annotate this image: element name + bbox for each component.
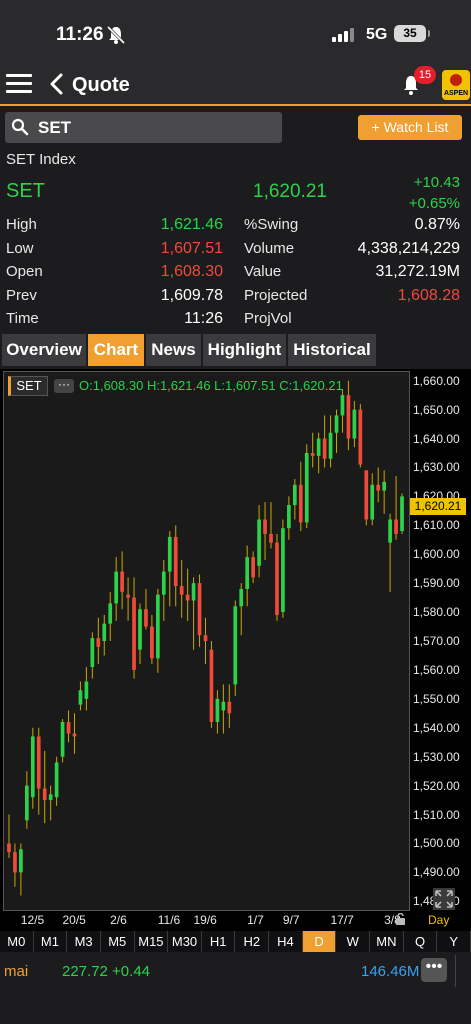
symbol-search-field[interactable]: SET [5, 112, 282, 143]
ticker-volume: 146.46M [361, 963, 420, 980]
period-button-d[interactable]: D [302, 931, 337, 952]
page-title: Quote [72, 74, 130, 96]
y-tick-label: 1,490.00 [413, 865, 460, 880]
period-button-m1[interactable]: M1 [34, 931, 68, 952]
stat-label-projvol: ProjVol [244, 310, 292, 327]
search-query: SET [38, 118, 72, 137]
period-button-h2[interactable]: H2 [235, 931, 270, 952]
period-button-m3[interactable]: M3 [67, 931, 101, 952]
change-percent: +0.65% [408, 195, 460, 212]
period-button-h4[interactable]: H4 [269, 931, 303, 952]
hamburger-menu-icon[interactable] [6, 74, 32, 94]
stat-value-projected: 1,608.28 [397, 287, 460, 304]
y-tick-label: 1,530.00 [413, 749, 460, 764]
ticker-value-change: 227.72 +0.44 [62, 963, 151, 980]
period-button-mn[interactable]: MN [370, 931, 404, 952]
x-tick-label: 17/7 [330, 913, 354, 927]
y-tick-label: 1,580.00 [413, 605, 460, 620]
x-tick-label: 20/5 [62, 913, 86, 927]
x-tick-label: 1/7 [247, 913, 264, 927]
search-icon [11, 118, 29, 136]
status-time: 11:26 [56, 24, 104, 45]
plot-area[interactable] [3, 371, 410, 911]
period-label: Day [428, 913, 450, 927]
stat-value-prev: 1,609.78 [160, 287, 223, 304]
y-tick-label: 1,650.00 [413, 402, 460, 417]
chart-symbol-chip[interactable]: SET [8, 376, 48, 396]
stat-label-low: Low [6, 240, 34, 257]
lock-icon[interactable] [395, 913, 406, 925]
x-tick-label: 12/5 [20, 913, 45, 927]
y-tick-label: 1,630.00 [413, 460, 460, 475]
period-button-m0[interactable]: M0 [0, 931, 34, 952]
y-tick-label: 1,560.00 [413, 662, 460, 677]
ticker-name[interactable]: mai [4, 963, 28, 980]
stat-label-projected: Projected [244, 287, 308, 304]
status-bar: 11:26 5G 35 [0, 0, 471, 62]
price-change: +10.43 +0.65% [409, 172, 460, 214]
period-button-q[interactable]: Q [404, 931, 438, 952]
y-tick-label: 1,610.00 [413, 518, 460, 533]
stat-label-swing: %Swing [244, 216, 299, 233]
stat-value-high: 1,621.46 [160, 216, 223, 233]
stat-value-volume: 4,338,214,229 [357, 240, 460, 257]
back-chevron-icon[interactable] [48, 72, 64, 96]
network-type: 5G [366, 26, 388, 43]
index-name: SET Index [6, 151, 76, 168]
x-tick-label: 11/6 [157, 913, 181, 927]
stat-label-high: High [6, 216, 37, 233]
y-tick-label: 1,600.00 [413, 547, 460, 562]
aspen-logo[interactable]: ASPEN [442, 70, 470, 100]
stat-value-value: 31,272.19M [375, 263, 460, 280]
stat-label-volume: Volume [244, 240, 295, 257]
stat-label-value: Value [244, 263, 282, 280]
tab-chart[interactable]: Chart [88, 334, 144, 366]
period-button-w[interactable]: W [336, 931, 371, 952]
tab-highlight[interactable]: Highlight [203, 334, 286, 366]
add-watch-list-button[interactable]: + Watch List [358, 115, 462, 140]
more-options-button[interactable]: ••• [421, 958, 447, 982]
last-price: 1,620.21 [253, 181, 327, 202]
y-tick-label: 1,660.00 [413, 373, 460, 388]
tab-news[interactable]: News [146, 334, 201, 366]
x-tick-label: 9/7 [282, 913, 300, 927]
y-tick-label: 1,510.00 [413, 807, 460, 822]
y-tick-label: 1,590.00 [413, 576, 460, 591]
tab-historical[interactable]: Historical [288, 334, 376, 366]
period-button-m30[interactable]: M30 [168, 931, 202, 952]
chart-options-button[interactable]: ··· [54, 378, 74, 393]
battery-icon: 35 [394, 25, 430, 42]
y-tick-label: 1,520.00 [413, 778, 460, 793]
period-button-m5[interactable]: M5 [101, 931, 135, 952]
current-price-tag: 1,620.21 [410, 498, 466, 515]
stat-value-low: 1,607.51 [160, 240, 223, 257]
nav-bar: Quote 15 ASPEN [0, 62, 471, 106]
x-tick-label: 2/6 [110, 913, 127, 927]
y-tick-label: 1,640.00 [413, 431, 460, 446]
period-button-y[interactable]: Y [437, 931, 471, 952]
y-tick-label: 1,540.00 [413, 720, 460, 735]
stat-label-prev: Prev [6, 287, 37, 304]
notification-badge[interactable]: 15 [414, 66, 436, 84]
expand-icon[interactable] [433, 888, 455, 910]
stat-label-open: Open [6, 263, 43, 280]
stat-value-open: 1,608.30 [160, 263, 223, 280]
ohlc-readout: O:1,608.30 H:1,621.46 L:1,607.51 C:1,620… [79, 378, 343, 393]
stat-value-swing: 0.87% [414, 216, 460, 233]
stat-label-time: Time [6, 310, 39, 327]
signal-icon [332, 28, 354, 42]
x-tick-label: 19/6 [193, 913, 217, 927]
quote-symbol: SET [6, 180, 45, 202]
y-tick-label: 1,550.00 [413, 691, 460, 706]
y-tick-label: 1,570.00 [413, 634, 460, 648]
change-value: +10.43 [413, 174, 460, 191]
stat-value-time: 11:26 [184, 310, 223, 327]
period-selector: M0 M1 M3 M5 M15 M30 H1 H2 H4 D W MN Q Y [0, 931, 471, 952]
tab-overview[interactable]: Overview [2, 334, 86, 366]
bell-off-icon [106, 25, 126, 45]
period-button-m15[interactable]: M15 [135, 931, 169, 952]
y-tick-label: 1,500.00 [413, 836, 460, 851]
period-button-h1[interactable]: H1 [202, 931, 236, 952]
divider [455, 955, 456, 987]
